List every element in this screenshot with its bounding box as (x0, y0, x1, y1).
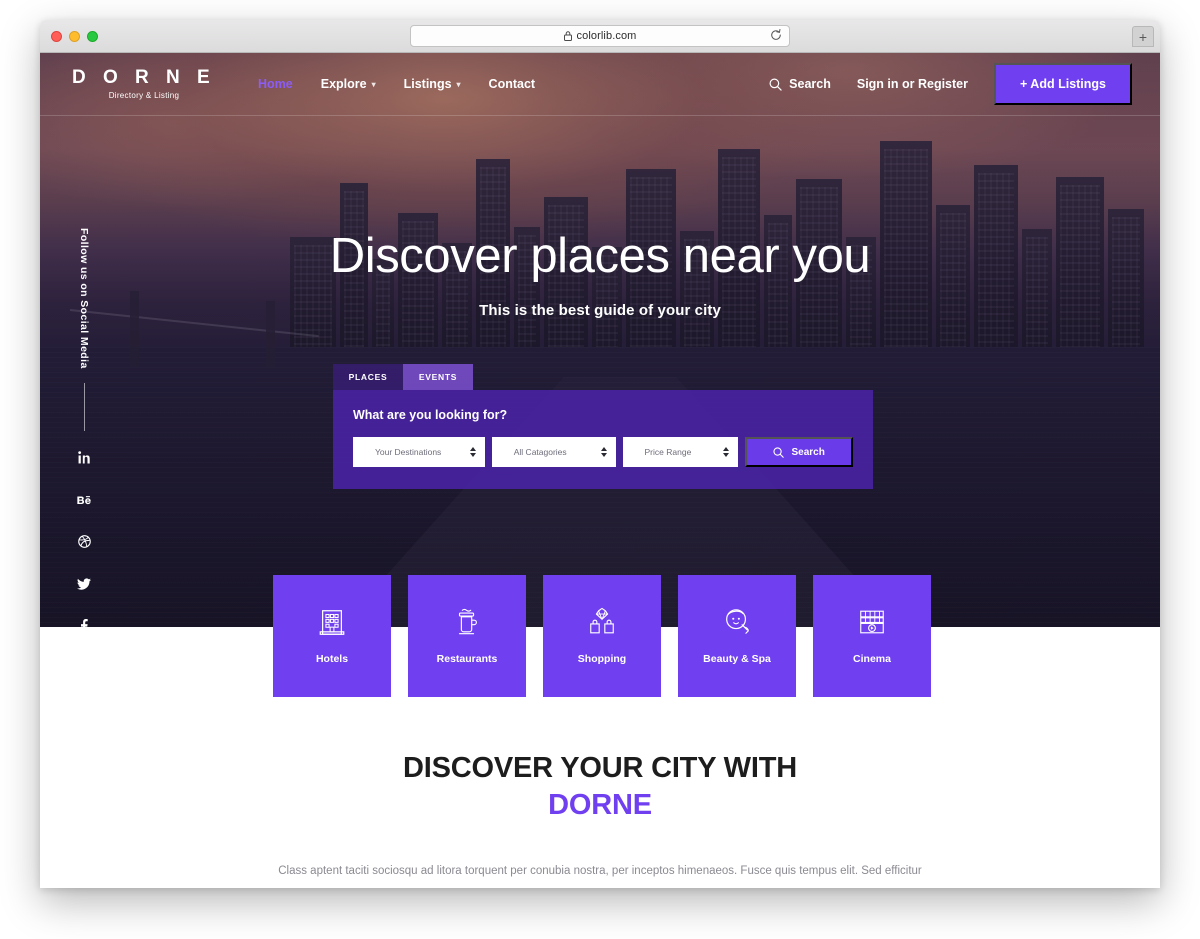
chevron-down-icon: ▾ (371, 79, 376, 89)
new-tab-button[interactable]: + (1132, 26, 1154, 47)
site-navbar: D O R N E Directory & Listing Home Explo… (40, 53, 1160, 115)
category-cards: Hotels Restaurants Shopping Beauty & Spa… (273, 575, 931, 697)
categories-select[interactable]: All Catagories (491, 437, 616, 467)
lock-icon (563, 31, 572, 41)
hero-title: Discover places near you (329, 229, 871, 283)
page-viewport: D O R N E Directory & Listing Home Explo… (40, 53, 1160, 888)
navbar-right-actions: Search Sign in or Register + Add Listing… (769, 63, 1132, 105)
destinations-select[interactable]: Your Destinations (353, 437, 485, 467)
social-icon-list (77, 450, 91, 627)
search-submit-label: Search (791, 446, 825, 458)
close-window-button[interactable] (51, 31, 62, 42)
primary-nav-menu: Home Explore ▾ Listings ▾ Contact (258, 77, 535, 91)
search-tab-bar: PLACES EVENTS (333, 364, 873, 390)
navbar-divider (40, 115, 1160, 116)
window-traffic-lights (51, 31, 98, 42)
nav-search-button[interactable]: Search (769, 77, 831, 91)
url-text: colorlib.com (576, 30, 637, 42)
search-submit-button[interactable]: Search (745, 437, 854, 467)
search-panel-heading: What are you looking for? (353, 408, 508, 422)
film-clapper-icon (860, 610, 884, 634)
nav-search-label: Search (789, 77, 831, 91)
nav-item-home[interactable]: Home (258, 77, 293, 91)
price-range-select-value: Price Range (644, 447, 692, 457)
search-icon (773, 446, 785, 458)
linkedin-icon[interactable] (77, 450, 91, 469)
chevron-down-icon: ▾ (456, 79, 461, 89)
hero-text-block: Discover places near you This is the bes… (40, 229, 1160, 320)
sign-in-register-link[interactable]: Sign in or Register (857, 77, 968, 91)
category-card-beauty-spa[interactable]: Beauty & Spa (678, 575, 796, 697)
shopping-bags-icon (590, 607, 614, 634)
coffee-cup-icon (458, 608, 477, 635)
section-heading-brand: DORNE (548, 789, 652, 822)
stepper-arrows-icon (723, 447, 730, 457)
search-panel-body: What are you looking for? Your Destinati… (333, 390, 873, 489)
tab-places[interactable]: PLACES (333, 364, 403, 390)
search-fields-row: Your Destinations All Catagories Price R… (353, 437, 854, 467)
stepper-arrows-icon (600, 447, 607, 457)
social-rail-label: Follow us on Social Media (78, 228, 90, 369)
logo-tagline: Directory & Listing (108, 91, 180, 100)
category-card-hotels-label: Hotels (315, 653, 349, 665)
behance-icon[interactable] (77, 493, 91, 511)
hero-subtitle: This is the best guide of your city (479, 302, 721, 320)
destinations-select-value: Your Destinations (375, 447, 442, 457)
section-heading-line1: DISCOVER YOUR CITY WITH (403, 752, 797, 784)
reload-icon[interactable] (770, 29, 782, 41)
address-bar[interactable]: colorlib.com (410, 25, 790, 47)
category-card-hotels[interactable]: Hotels (273, 575, 391, 697)
browser-window: colorlib.com + D O R N E Directory & Lis… (40, 20, 1160, 888)
beauty-face-icon (726, 609, 749, 634)
section-heading: DISCOVER YOUR CITY WITH DORNE (40, 750, 1160, 824)
nav-item-contact[interactable]: Contact (489, 77, 536, 91)
category-card-shopping-label: Shopping (577, 653, 627, 665)
search-icon (769, 78, 782, 91)
nav-item-home-label: Home (258, 77, 293, 91)
category-card-restaurants[interactable]: Restaurants (408, 575, 526, 697)
minimize-window-button[interactable] (69, 31, 80, 42)
price-range-select[interactable]: Price Range (622, 437, 739, 467)
maximize-window-button[interactable] (87, 31, 98, 42)
add-listings-button[interactable]: + Add Listings (994, 63, 1132, 105)
facebook-icon[interactable] (80, 618, 88, 627)
browser-chrome-bar: colorlib.com + (40, 20, 1160, 53)
hero-overlay-tint (40, 53, 1160, 627)
logo-wordmark: D O R N E (72, 67, 216, 88)
twitter-icon[interactable] (77, 577, 91, 595)
nav-item-explore[interactable]: Explore ▾ (321, 77, 376, 91)
section-paragraph: Class aptent taciti sociosqu ad litora t… (278, 865, 922, 878)
hero-section: D O R N E Directory & Listing Home Explo… (40, 53, 1160, 627)
stepper-arrows-icon (469, 447, 476, 457)
nav-item-listings-label: Listings (403, 77, 452, 91)
category-card-beauty-spa-label: Beauty & Spa (703, 653, 771, 665)
nav-item-listings[interactable]: Listings ▾ (404, 77, 461, 91)
nav-item-contact-label: Contact (488, 77, 536, 91)
categories-select-value: All Catagories (513, 447, 567, 457)
category-card-shopping[interactable]: Shopping (543, 575, 661, 697)
hotel-building-icon (319, 610, 345, 635)
tab-events[interactable]: EVENTS (403, 364, 473, 390)
hero-search-panel: PLACES EVENTS What are you looking for? … (333, 364, 873, 489)
social-media-rail: Follow us on Social Media (64, 228, 104, 627)
category-card-cinema-label: Cinema (853, 653, 891, 665)
nav-item-explore-label: Explore (320, 77, 367, 91)
category-card-cinema[interactable]: Cinema (813, 575, 931, 697)
site-logo[interactable]: D O R N E Directory & Listing (72, 68, 222, 100)
dribbble-icon[interactable] (77, 534, 91, 553)
category-card-restaurants-label: Restaurants (436, 653, 498, 665)
social-rail-divider (83, 382, 85, 431)
